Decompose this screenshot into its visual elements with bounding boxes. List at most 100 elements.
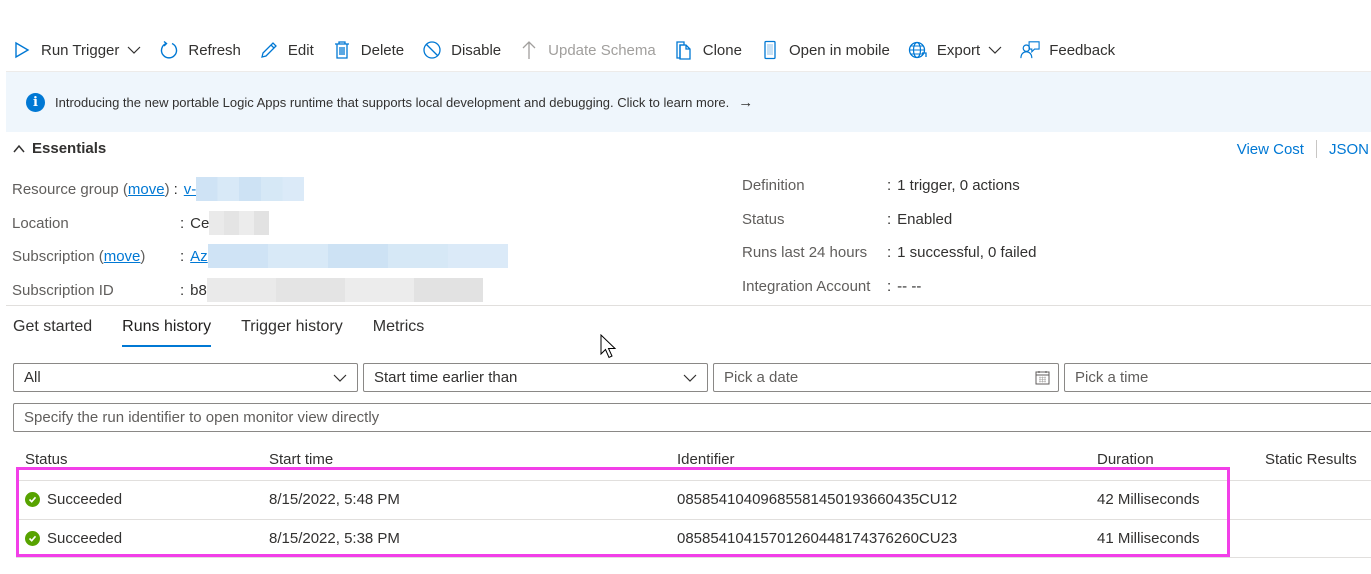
pencil-icon	[259, 40, 279, 60]
status-filter-dropdown[interactable]: All	[13, 363, 358, 392]
runs-table-header: Status Start time Identifier Duration St…	[0, 451, 1371, 473]
row-identifier: 08585410415701260448174376260CU23	[677, 530, 958, 547]
row-start-time: 8/15/2022, 5:38 PM	[269, 530, 400, 547]
prop-subscription-id: Subscription ID : b8	[12, 278, 483, 302]
update-schema-button[interactable]: Update Schema	[519, 40, 656, 60]
refresh-button[interactable]: Refresh	[159, 40, 241, 60]
prop-label: Runs last 24 hours	[742, 244, 868, 261]
info-icon: i	[26, 92, 45, 112]
location-value: Ce	[190, 214, 210, 232]
col-status[interactable]: Status	[25, 451, 68, 468]
clone-button[interactable]: Clone	[674, 40, 742, 60]
time-placeholder: Pick a time	[1075, 369, 1149, 386]
chevron-down-icon	[127, 43, 141, 57]
time-picker-input[interactable]: Pick a time	[1064, 363, 1371, 392]
col-identifier[interactable]: Identifier	[677, 451, 735, 468]
banner-text: Introducing the new portable Logic Apps …	[55, 94, 730, 110]
open-in-mobile-button[interactable]: Open in mobile	[760, 40, 890, 60]
export-button[interactable]: Export	[908, 40, 1002, 60]
essentials-title: Essentials	[32, 140, 107, 157]
date-placeholder: Pick a date	[724, 369, 799, 386]
calendar-icon[interactable]	[1035, 370, 1050, 385]
clone-label: Clone	[702, 41, 742, 59]
edit-button[interactable]: Edit	[259, 40, 314, 60]
run-identifier-input[interactable]: Specify the run identifier to open monit…	[13, 403, 1371, 432]
table-row[interactable]: Succeeded 8/15/2022, 5:38 PM 08585410415…	[16, 519, 1371, 558]
feedback-icon	[1020, 40, 1040, 60]
tab-metrics[interactable]: Metrics	[373, 318, 425, 344]
colon: :	[180, 247, 185, 265]
row-start-time: 8/15/2022, 5:48 PM	[269, 491, 400, 508]
tab-runs-history[interactable]: Runs history	[122, 318, 211, 347]
time-filter-value: Start time earlier than	[374, 369, 518, 386]
definition-value: 1 trigger, 0 actions	[897, 177, 1020, 194]
prop-label: Definition	[742, 177, 805, 194]
tab-bar: Get started Runs history Trigger history…	[13, 318, 454, 347]
tab-get-started[interactable]: Get started	[13, 318, 92, 344]
prop-label: Subscription ID	[12, 281, 114, 299]
subscription-link[interactable]: Az	[190, 248, 208, 265]
play-icon	[12, 40, 32, 60]
date-picker-input[interactable]: Pick a date	[713, 363, 1059, 392]
move-subscription-link[interactable]: move	[104, 248, 141, 265]
feedback-label: Feedback	[1049, 41, 1116, 59]
export-label: Export	[936, 41, 981, 59]
chevron-down-icon	[988, 43, 1002, 57]
prop-integration-account: Integration Account : -- --	[742, 278, 921, 295]
row-identifier: 08585410409685581450193660435CU12	[677, 491, 958, 508]
refresh-icon	[159, 40, 179, 60]
essentials-links: View Cost JSON	[1237, 140, 1369, 158]
delete-button[interactable]: Delete	[332, 40, 404, 60]
row-duration: 42 Milliseconds	[1097, 491, 1200, 508]
copy-icon	[674, 40, 694, 60]
chevron-down-icon	[683, 371, 697, 385]
essentials-divider	[6, 305, 1371, 306]
command-bar: Run Trigger Refresh Edit Delete Disable …	[0, 34, 1133, 66]
prop-label: Subscription	[12, 247, 95, 265]
row-status: Succeeded	[47, 491, 123, 508]
info-banner[interactable]: i Introducing the new portable Logic App…	[6, 72, 1371, 132]
run-trigger-button[interactable]: Run Trigger	[12, 40, 141, 60]
success-check-icon	[25, 531, 40, 546]
update-schema-label: Update Schema	[548, 41, 656, 59]
redacted-value	[207, 244, 508, 268]
run-trigger-label: Run Trigger	[41, 41, 120, 59]
runs-value: 1 successful, 0 failed	[897, 244, 1037, 261]
link-separator	[1315, 140, 1317, 158]
block-icon	[422, 40, 442, 60]
arrow-up-icon	[519, 40, 539, 60]
chevron-down-icon	[333, 371, 347, 385]
redacted-value	[196, 177, 305, 201]
feedback-button[interactable]: Feedback	[1020, 40, 1115, 60]
colon: :	[887, 244, 892, 261]
col-start-time[interactable]: Start time	[269, 451, 333, 468]
identifier-placeholder: Specify the run identifier to open monit…	[24, 409, 380, 426]
colon: :	[180, 281, 185, 299]
mobile-icon	[760, 40, 780, 60]
row-status: Succeeded	[47, 530, 123, 547]
colon: :	[887, 278, 892, 295]
edit-label: Edit	[287, 41, 314, 59]
tab-trigger-history[interactable]: Trigger history	[241, 318, 343, 344]
table-bottom-border	[16, 557, 1371, 558]
trash-icon	[332, 40, 352, 60]
essentials-toggle[interactable]: Essentials	[12, 140, 106, 157]
colon: :	[887, 177, 892, 194]
prop-status: Status : Enabled	[742, 211, 952, 228]
time-filter-dropdown[interactable]: Start time earlier than	[363, 363, 708, 392]
resource-group-link[interactable]: v-	[184, 181, 197, 198]
delete-label: Delete	[360, 41, 405, 59]
col-static-results[interactable]: Static Results	[1265, 451, 1357, 468]
table-row[interactable]: Succeeded 8/15/2022, 5:48 PM 08585410409…	[16, 480, 1371, 519]
prop-resource-group: Resource group (move) : v-	[12, 177, 305, 201]
status-filter-value: All	[24, 369, 41, 386]
colon: :	[173, 180, 178, 198]
chevron-up-icon	[12, 142, 26, 156]
view-cost-link[interactable]: View Cost	[1237, 141, 1304, 158]
success-check-icon	[25, 492, 40, 507]
disable-button[interactable]: Disable	[422, 40, 501, 60]
move-resource-group-link[interactable]: move	[128, 181, 165, 198]
colon: :	[887, 211, 892, 228]
col-duration[interactable]: Duration	[1097, 451, 1154, 468]
json-view-link[interactable]: JSON	[1329, 141, 1369, 158]
